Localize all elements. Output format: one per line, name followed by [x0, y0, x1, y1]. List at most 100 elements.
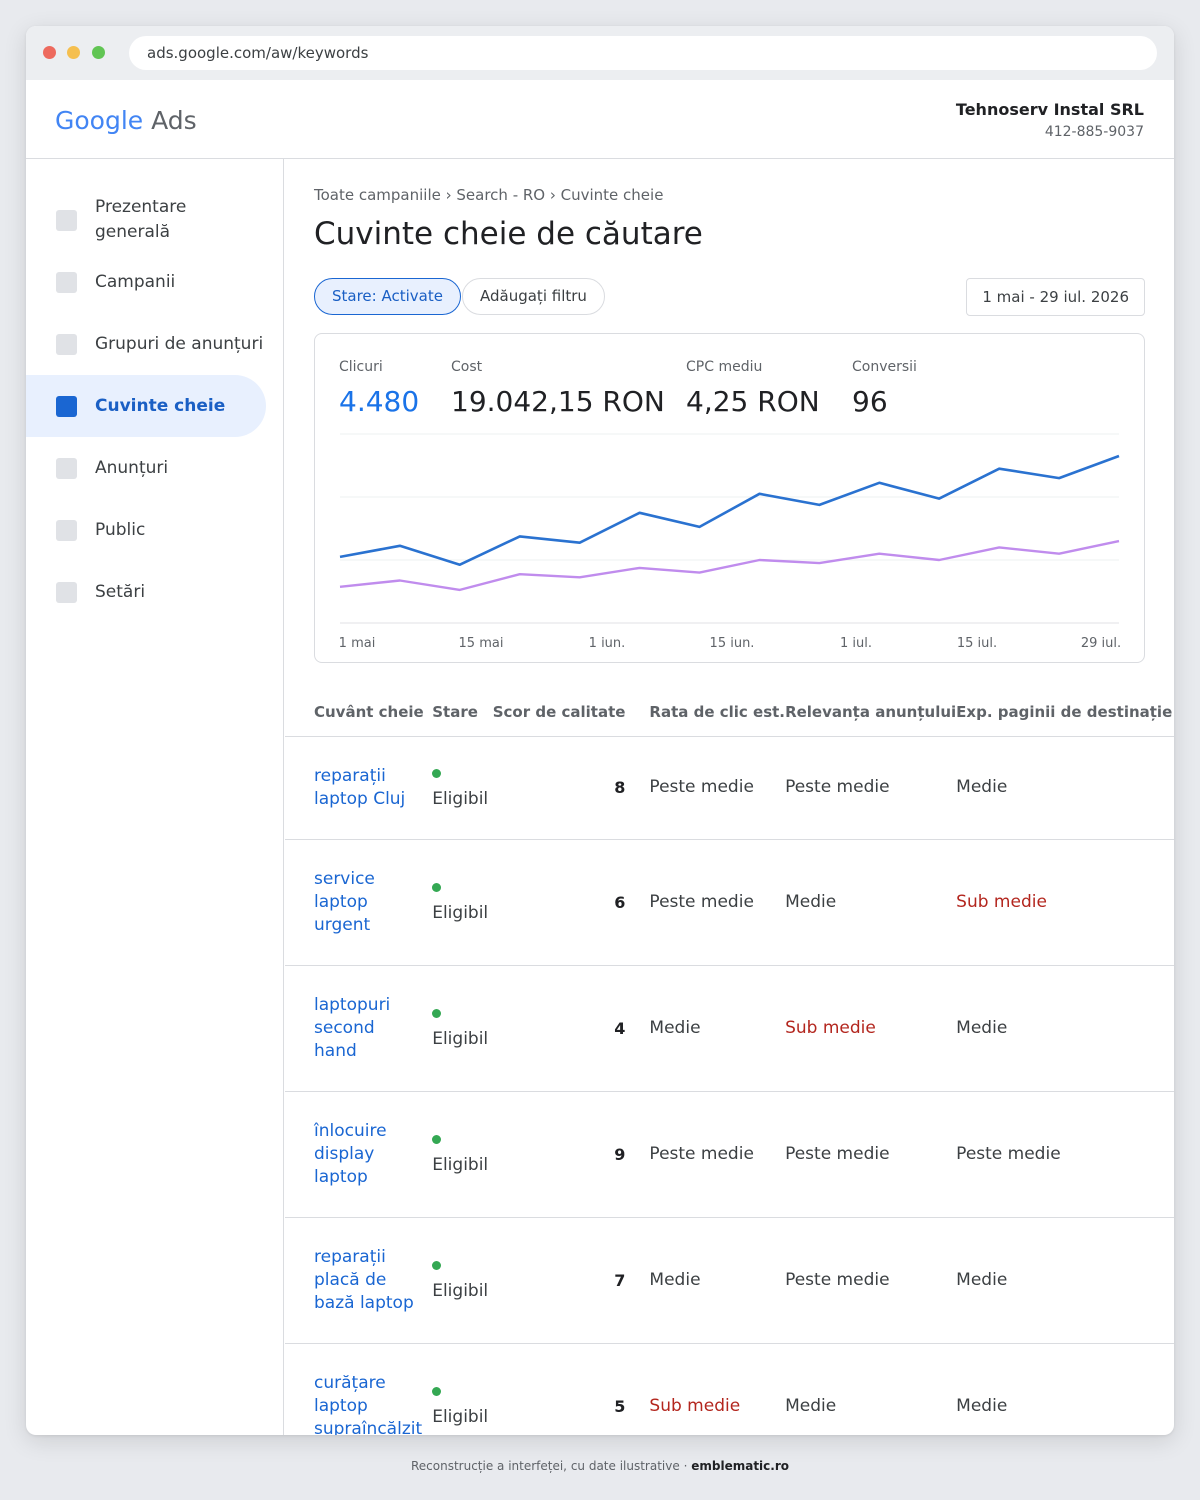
logo-google-text: Google — [55, 106, 144, 135]
sidebar-item-ads[interactable]: Anunțuri — [26, 437, 266, 499]
status-text: Eligibil — [432, 1029, 489, 1049]
keyword-cell: reparații placă de bază laptop — [285, 1217, 433, 1344]
keyword-cell: laptopuri second hand — [285, 965, 433, 1092]
expected-ctr-cell: Medie — [649, 965, 786, 1092]
overview-icon — [56, 209, 77, 231]
landing-page-exp-cell: Medie — [956, 1217, 1174, 1344]
status-text: Eligibil — [432, 788, 489, 809]
add-filter-button[interactable]: Adăugați filtru — [462, 278, 605, 315]
footer-brand[interactable]: emblematic.ro — [691, 1459, 789, 1473]
line-chart: 1 mai 15 mai 1 iun. 15 iun. 1 iul. 15 iul. 29 … — [339, 433, 1121, 651]
status-cell: Eligibil — [432, 1343, 493, 1435]
quality-score-cell: 5 — [492, 1343, 650, 1435]
keyword-cell: service laptop urgent — [285, 839, 433, 966]
expected-ctr-cell: Sub medie — [649, 1343, 786, 1435]
series-line-cost[interactable] — [339, 539, 1120, 592]
minimize-window-icon[interactable] — [67, 46, 80, 59]
landing-page-exp-cell: Sub medie — [956, 839, 1174, 966]
campaigns-icon — [56, 271, 77, 293]
quality-score-cell: 7 — [492, 1217, 650, 1344]
status-cell: Eligibil — [432, 965, 493, 1092]
column-header-quality-score[interactable]: Scor de calitate — [492, 689, 650, 737]
x-tick-label: 15 mai — [459, 636, 504, 651]
x-tick-label: 1 iun. — [589, 636, 626, 651]
sidebar-item-ad-groups[interactable]: Grupuri de anunțuri — [26, 313, 266, 375]
page-title: Cuvinte cheie de căutare — [314, 216, 703, 252]
sidebar-item-settings[interactable]: Setări — [26, 561, 266, 623]
sidebar-item-campaigns[interactable]: Campanii — [26, 251, 266, 313]
ad-relevance-cell: Medie — [785, 1343, 957, 1435]
table-header-row: Cuvânt cheie Stare Scor de calitate Rata… — [285, 689, 1174, 737]
google-ads-logo[interactable]: Google Ads — [55, 106, 197, 136]
sidebar-item-label: Grupuri de anunțuri — [95, 333, 264, 354]
maximize-window-icon[interactable] — [92, 46, 105, 59]
keyword-cell: curățare laptop supraîncălzit — [285, 1343, 433, 1436]
ad-relevance-cell: Medie — [785, 839, 957, 966]
address-bar[interactable]: ads.google.com/aw/keywords — [129, 36, 1157, 70]
sidebar-item-keywords[interactable]: Cuvinte cheie — [26, 375, 266, 437]
status-dot-icon — [432, 1261, 442, 1270]
keyword-link[interactable]: service laptop urgent — [314, 869, 375, 935]
footer-credit: Reconstrucție a interfeței, cu date ilus… — [0, 1459, 1200, 1473]
status-cell: Eligibil — [432, 1217, 493, 1344]
footer-separator: · — [683, 1459, 688, 1473]
keyword-link[interactable]: reparații laptop Cluj — [314, 766, 405, 809]
date-range-picker[interactable]: 1 mai - 29 iul. 2026 — [966, 278, 1145, 316]
column-header-ad-relevance[interactable]: Relevanța anunțului — [785, 689, 957, 737]
expected-ctr-cell: Medie — [649, 1217, 786, 1344]
sidebar-item-label: Prezentare generală — [95, 197, 187, 242]
table-row[interactable]: curățare laptop supraîncălzit Eligibil 5 Su… — [285, 1343, 1174, 1435]
keyword-link[interactable]: laptopuri second hand — [314, 995, 390, 1061]
table-row[interactable]: reparații laptop Cluj Eligibil 8 Peste medi… — [285, 736, 1174, 840]
close-window-icon[interactable] — [43, 46, 56, 59]
column-header-landing-page-exp[interactable]: Exp. paginii de destinație — [956, 689, 1174, 737]
expected-ctr-cell: Peste medie — [649, 1091, 786, 1218]
table-row[interactable]: înlocuire display laptop Eligibil 9 Peste m… — [285, 1091, 1174, 1218]
table-row[interactable]: reparații placă de bază laptop Eligibil 7 M… — [285, 1217, 1174, 1344]
app-header: Google Ads Tehnoserv Instal SRL 412-885-… — [26, 80, 1174, 159]
keyword-link[interactable]: curățare laptop supraîncălzit — [314, 1373, 422, 1436]
account-switcher[interactable]: Tehnoserv Instal SRL 412-885-9037 — [956, 99, 1144, 143]
keyword-link[interactable]: reparații placă de bază laptop — [314, 1247, 414, 1313]
sidebar-item-label: Campanii — [95, 271, 176, 292]
quality-score-cell: 8 — [492, 736, 650, 840]
keyword-link[interactable]: înlocuire display laptop — [314, 1121, 387, 1187]
status-text: Eligibil — [432, 1155, 489, 1175]
quality-score-cell: 6 — [492, 839, 650, 966]
landing-page-exp-cell: Medie — [956, 1343, 1174, 1435]
table-row[interactable]: service laptop urgent Eligibil 6 Peste medi… — [285, 839, 1174, 966]
column-header-keyword[interactable]: Cuvânt cheie — [285, 689, 433, 737]
status-filter-chip[interactable]: Stare: Activate — [314, 278, 461, 315]
main-content: Toate campaniile › Search - RO › Cuvinte… — [285, 159, 1174, 1435]
settings-icon — [56, 581, 77, 603]
ads-icon — [56, 457, 77, 479]
performance-chart-card: Clicuri 4.480 Cost 19.042,15 RON CPC med… — [314, 333, 1145, 663]
browser-window: ads.google.com/aw/keywords Google Ads Te… — [26, 26, 1174, 1435]
status-dot-icon — [432, 1009, 442, 1018]
ad-relevance-cell: Peste medie — [785, 1091, 957, 1218]
column-header-expected-ctr[interactable]: Rata de clic est. — [649, 689, 786, 737]
account-name: Tehnoserv Instal SRL — [955, 100, 1144, 119]
sidebar-item-label: Cuvinte cheie — [95, 395, 226, 416]
breadcrumb[interactable]: Toate campaniile › Search - RO › Cuvinte… — [314, 186, 663, 204]
table-row[interactable]: laptopuri second hand Eligibil 4 Medie Sub m… — [285, 965, 1174, 1092]
status-dot-icon — [432, 1387, 442, 1396]
ad-relevance-cell: Peste medie — [785, 1217, 957, 1344]
account-id: 412-885-9037 — [1044, 124, 1144, 140]
ad-groups-icon — [56, 333, 77, 355]
logo-ads-text: Ads — [151, 106, 197, 135]
status-dot-icon — [432, 883, 442, 892]
landing-page-exp-cell: Medie — [956, 736, 1174, 840]
sidebar-item-overview[interactable]: Prezentare generală — [26, 189, 266, 251]
column-header-status[interactable]: Stare — [432, 689, 493, 737]
expected-ctr-cell: Peste medie — [649, 736, 786, 840]
x-tick-label: 29 iul. — [1081, 636, 1121, 651]
x-tick-label: 15 iul. — [957, 636, 997, 651]
sidebar-item-label: Setări — [95, 581, 146, 602]
keyword-cell: înlocuire display laptop — [285, 1091, 433, 1218]
sidebar-item-audiences[interactable]: Public — [26, 499, 266, 561]
status-dot-icon — [432, 1135, 442, 1144]
ad-relevance-cell: Peste medie — [785, 736, 957, 840]
landing-page-exp-cell: Peste medie — [956, 1091, 1174, 1218]
status-text: Eligibil — [432, 1281, 489, 1301]
